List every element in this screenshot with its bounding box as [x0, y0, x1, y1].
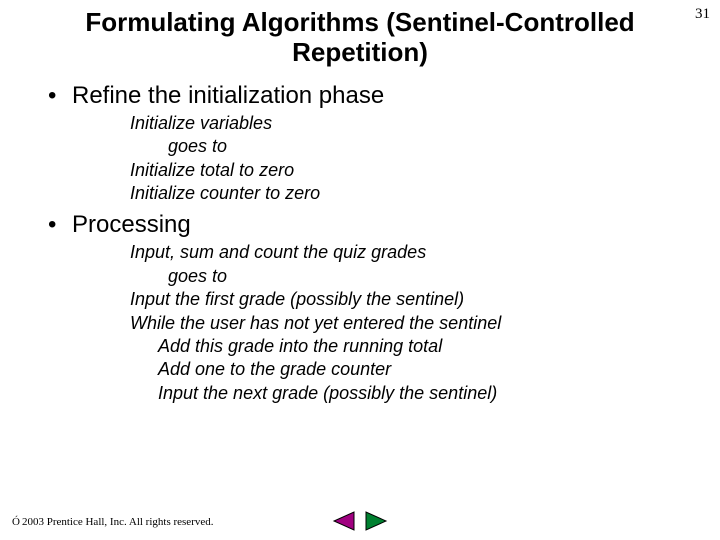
pseudocode-line: Input the next grade (possibly the senti… — [130, 382, 680, 405]
bullet-dot: • — [48, 211, 72, 239]
pseudocode-line: Add this grade into the running total — [130, 335, 680, 358]
pseudocode-line: Initialize total to zero — [130, 159, 680, 182]
next-button[interactable] — [364, 510, 390, 532]
bullet-2: • Processing — [48, 211, 680, 239]
pseudocode-line: Initialize counter to zero — [130, 182, 680, 205]
copyright-footer: Ó 2003 Prentice Hall, Inc. All rights re… — [12, 516, 214, 528]
copyright-text: 2003 Prentice Hall, Inc. All rights rese… — [22, 516, 214, 528]
bullet-1: • Refine the initialization phase — [48, 82, 680, 110]
bullet-1-sub: Initialize variables goes to Initialize … — [130, 112, 680, 206]
page-number: 31 — [695, 6, 710, 23]
triangle-left-icon — [330, 510, 356, 532]
pseudocode-line: Add one to the grade counter — [130, 358, 680, 381]
bullet-dot: • — [48, 82, 72, 110]
pseudocode-line: goes to — [130, 135, 680, 158]
bullet-1-label: Refine the initialization phase — [72, 82, 384, 110]
pseudocode-line: Input the first grade (possibly the sent… — [130, 288, 680, 311]
pseudocode-line: While the user has not yet entered the s… — [130, 312, 680, 335]
slide-body: Formulating Algorithms (Sentinel-Control… — [0, 0, 720, 405]
pseudocode-line: Initialize variables — [130, 112, 680, 135]
pseudocode-line: goes to — [130, 265, 680, 288]
bullet-2-sub: Input, sum and count the quiz grades goe… — [130, 241, 680, 405]
bullet-2-label: Processing — [72, 211, 191, 239]
pseudocode-line: Input, sum and count the quiz grades — [130, 241, 680, 264]
copyright-symbol: Ó — [12, 516, 20, 528]
slide-title: Formulating Algorithms (Sentinel-Control… — [40, 8, 680, 68]
prev-button[interactable] — [330, 510, 356, 532]
nav-buttons — [330, 510, 390, 532]
triangle-right-icon — [364, 510, 390, 532]
